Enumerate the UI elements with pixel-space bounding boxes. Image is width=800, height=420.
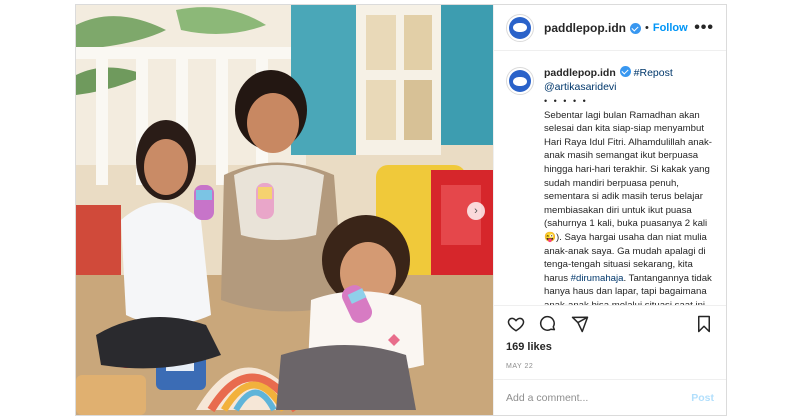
verified-badge-icon [630, 23, 641, 34]
avatar[interactable] [506, 13, 534, 42]
post-photo[interactable]: › [76, 5, 493, 415]
post-date: MAY 22 [506, 363, 534, 370]
username-link[interactable]: paddlepop.idn [544, 21, 626, 35]
follow-button[interactable]: Follow [653, 22, 688, 34]
comment-bar: Add a comment... Post [494, 379, 726, 415]
caption-dots: • • • • • [544, 96, 588, 106]
share-icon[interactable] [570, 314, 590, 334]
chevron-right-icon: › [474, 205, 478, 217]
bookmark-icon[interactable] [694, 314, 714, 334]
post-header: paddlepop.idn • Follow ••• [494, 5, 726, 51]
paddlepop-logo-icon [509, 16, 531, 39]
caption-username[interactable]: paddlepop.idn [544, 67, 616, 79]
likes-count[interactable]: 169 likes [494, 341, 726, 357]
caption-area: paddlepop.idn #Repost @artikasaridevi • … [494, 51, 726, 305]
post-image [76, 5, 493, 415]
paddlepop-logo-icon [509, 70, 531, 92]
verified-badge-icon [619, 66, 631, 77]
more-options-icon[interactable]: ••• [694, 19, 714, 37]
caption-meta: paddlepop.idn #Repost @artikasaridevi [544, 65, 673, 94]
heart-icon[interactable] [506, 314, 526, 334]
post-comment-button[interactable]: Post [691, 392, 714, 404]
post-sidebar: paddlepop.idn • Follow ••• paddlepop.idn… [493, 5, 726, 415]
repost-hashtag[interactable]: #Repost [634, 67, 673, 79]
mention-link[interactable]: @artikasaridevi [544, 81, 617, 93]
hashtag-link[interactable]: #dirumahaja [571, 273, 624, 284]
caption-text: • • • • • Sebentar lagi bulan Ramadhan a… [544, 95, 714, 305]
action-bar [494, 305, 726, 341]
instagram-post: › paddlepop.idn • Follow ••• paddlepop.i… [75, 4, 727, 416]
comment-input[interactable]: Add a comment... [506, 392, 588, 404]
next-photo-button[interactable]: › [467, 202, 485, 220]
caption-header: paddlepop.idn #Repost @artikasaridevi [506, 65, 714, 95]
separator-dot: • [645, 21, 649, 34]
comment-icon[interactable] [538, 314, 558, 334]
caption-avatar[interactable] [506, 67, 534, 95]
caption-text-part-1: Sebentar lagi bulan Ramadhan akan selesa… [544, 109, 712, 284]
